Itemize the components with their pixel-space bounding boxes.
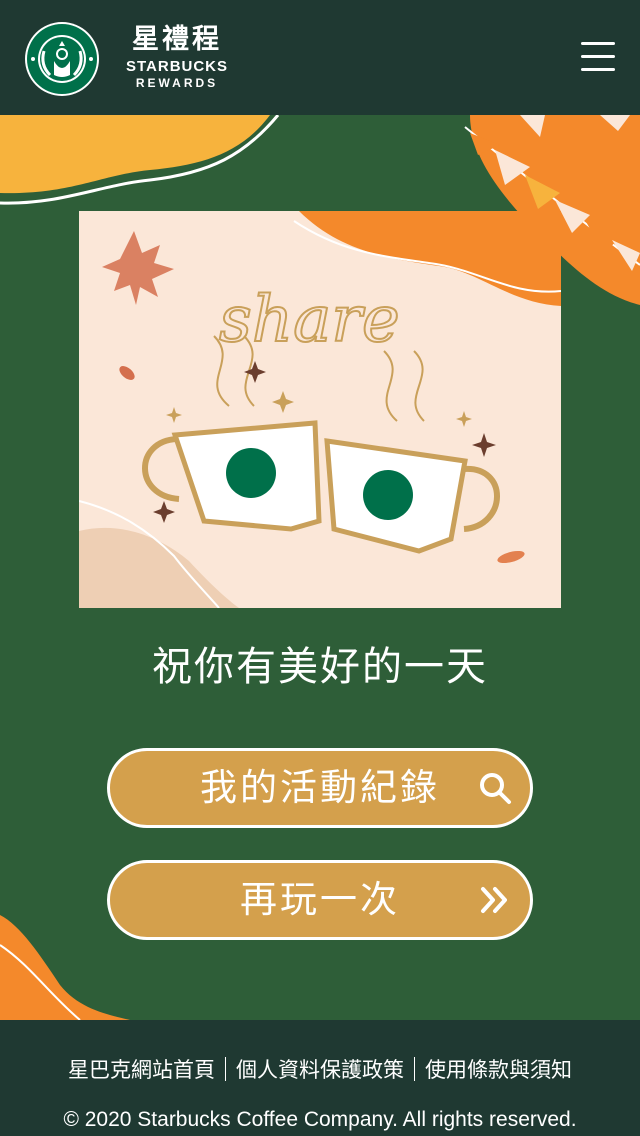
share-script-text: share (219, 283, 400, 357)
play-again-label: 再玩一次 (240, 878, 400, 921)
search-icon (480, 773, 511, 804)
double-chevron-right-icon (481, 887, 507, 913)
site-footer: 星巴克網站首頁 個人資料保護政策 使用條款與須知 © 2020 Starbucks … (0, 1020, 640, 1136)
play-again-button[interactable]: 再玩一次 (107, 860, 533, 940)
footer-link-home[interactable]: 星巴克網站首頁 (68, 1058, 215, 1082)
greeting-text: 祝你有美好的一天 (152, 644, 488, 690)
copyright-text: © 2020 Starbucks Coffee Company. All rig… (63, 1108, 577, 1131)
footer-link-privacy[interactable]: 個人資料保護政策 (236, 1058, 404, 1082)
main-content: share 祝你有美好的一天 我的活動紀錄 再玩一次 (0, 115, 640, 1020)
activity-record-label: 我的活動紀錄 (200, 766, 440, 809)
activity-record-button[interactable]: 我的活動紀錄 (107, 748, 533, 828)
share-cups-illustration: share (79, 211, 561, 608)
hamburger-menu-icon[interactable] (578, 42, 618, 76)
footer-divider (225, 1057, 226, 1081)
brand-title-en: STARBUCKS (125, 58, 229, 75)
footer-divider (414, 1057, 415, 1081)
site-header: 星禮程 STARBUCKS REWARDS (0, 0, 640, 115)
footer-links: 星巴克網站首頁 個人資料保護政策 使用條款與須知 (0, 1056, 640, 1084)
footer-link-terms[interactable]: 使用條款與須知 (425, 1058, 572, 1082)
starbucks-siren-logo[interactable] (24, 21, 100, 97)
brand-subtitle: REWARDS (135, 76, 219, 90)
brand-title-zh: 星禮程 (132, 24, 222, 55)
brand-wordmark: 星禮程 STARBUCKS REWARDS (108, 24, 246, 90)
